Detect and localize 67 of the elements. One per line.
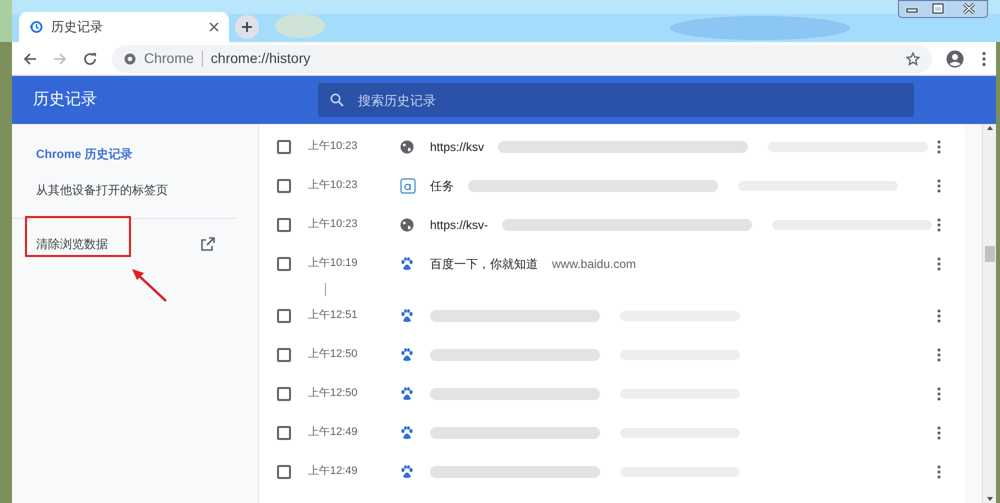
more-actions-icon[interactable] bbox=[937, 308, 941, 322]
more-actions-icon[interactable] bbox=[937, 140, 941, 154]
more-menu-icon[interactable] bbox=[982, 50, 986, 66]
globe-icon bbox=[400, 218, 414, 232]
history-icon bbox=[29, 20, 43, 34]
paw-icon bbox=[400, 426, 414, 440]
paw-icon bbox=[400, 464, 414, 478]
domain-text: www.baidu.com bbox=[552, 256, 636, 272]
reload-icon[interactable] bbox=[82, 50, 98, 66]
paw-icon bbox=[400, 308, 414, 322]
paw-icon bbox=[400, 256, 414, 270]
framed-ring-icon bbox=[400, 178, 416, 194]
more-actions-icon[interactable] bbox=[937, 178, 941, 192]
more-actions-icon[interactable] bbox=[937, 426, 941, 440]
checkbox[interactable] bbox=[277, 218, 291, 232]
more-actions-icon[interactable] bbox=[937, 256, 941, 270]
window-controls[interactable] bbox=[898, 0, 988, 18]
page-title-link[interactable]: https://ksv bbox=[430, 138, 484, 156]
page-title: 历史记录 bbox=[32, 90, 98, 110]
page-title-link[interactable]: https://ksv- bbox=[430, 216, 488, 234]
visit-time: 上午12:50 bbox=[308, 386, 359, 402]
checkbox[interactable] bbox=[277, 140, 291, 154]
site-label: Chrome bbox=[144, 49, 194, 68]
sidebar-item[interactable]: Chrome 历史记录 bbox=[12, 136, 256, 172]
group-divider bbox=[325, 283, 326, 296]
browser-tab[interactable]: 历史记录 bbox=[19, 12, 229, 42]
scroll-down-icon[interactable] bbox=[986, 495, 994, 503]
checkbox[interactable] bbox=[277, 348, 291, 362]
checkbox[interactable] bbox=[277, 426, 291, 440]
visit-time: 上午12:49 bbox=[308, 425, 359, 440]
paw-icon bbox=[400, 348, 414, 362]
sidebar-item[interactable]: 从其他设备打开的标签页 bbox=[12, 172, 256, 208]
page-title-link[interactable]: 百度一下，你就知道 bbox=[430, 254, 538, 272]
checkbox[interactable] bbox=[277, 386, 291, 400]
scrollbar-thumb[interactable] bbox=[984, 246, 994, 262]
visit-time: 上午12:50 bbox=[308, 347, 359, 362]
visit-time: 上午10:23 bbox=[308, 178, 359, 194]
checkbox[interactable] bbox=[277, 464, 291, 478]
sidebar-link[interactable]: 清除浏览数据 bbox=[36, 235, 108, 253]
more-actions-icon[interactable] bbox=[937, 218, 941, 232]
more-actions-icon[interactable] bbox=[937, 386, 941, 400]
address-bar[interactable]: Chrome chrome://history bbox=[112, 44, 932, 72]
visit-time: 上午10:23 bbox=[308, 139, 359, 154]
more-actions-icon[interactable] bbox=[937, 464, 941, 478]
checkbox[interactable] bbox=[277, 256, 291, 270]
star-icon[interactable] bbox=[906, 52, 920, 66]
close-icon[interactable] bbox=[209, 22, 219, 32]
external-link-icon[interactable] bbox=[200, 236, 216, 252]
visit-time: 上午10:19 bbox=[308, 256, 359, 272]
visit-time: 上午12:51 bbox=[308, 308, 359, 324]
checkbox[interactable] bbox=[277, 308, 291, 322]
scrollbar[interactable] bbox=[982, 124, 996, 503]
search-icon bbox=[330, 93, 344, 107]
checkbox[interactable] bbox=[277, 178, 291, 192]
url-text: chrome://history bbox=[210, 49, 312, 68]
more-actions-icon[interactable] bbox=[937, 348, 941, 362]
paw-icon bbox=[400, 386, 414, 400]
plus-icon bbox=[241, 21, 253, 33]
globe-icon bbox=[400, 140, 414, 154]
account-icon[interactable] bbox=[946, 50, 964, 68]
chrome-icon bbox=[124, 52, 136, 64]
search-field[interactable]: 搜索历史记录 bbox=[318, 83, 914, 117]
tab-title: 历史记录 bbox=[51, 18, 104, 36]
visit-time: 上午10:23 bbox=[308, 217, 359, 232]
visit-time: 上午12:49 bbox=[308, 464, 359, 480]
back-icon[interactable] bbox=[22, 50, 38, 66]
page-title-link[interactable]: 任务 bbox=[430, 176, 454, 194]
